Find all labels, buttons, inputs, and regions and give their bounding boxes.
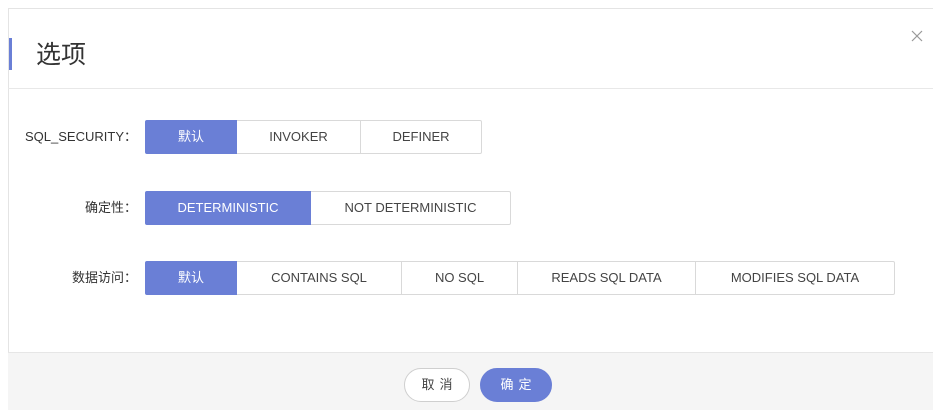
option-no-sql[interactable]: NO SQL xyxy=(401,261,518,295)
option-label-sql-security: SQL_SECURITY： xyxy=(25,129,137,144)
option-sql-security-default[interactable]: 默认 xyxy=(145,120,237,154)
cancel-button[interactable]: 取消 xyxy=(404,368,470,402)
title-accent-bar xyxy=(9,38,12,70)
option-label-deterministic: 确定性： xyxy=(84,200,137,215)
data-access-segmented-control: 默认 CONTAINS SQL NO SQL READS SQL DATA MO… xyxy=(145,261,895,295)
options-dialog: 选项 SQL_SECURITY： 默认 INVOKER DEFINER 确定性：… xyxy=(8,8,933,410)
option-data-access-default[interactable]: 默认 xyxy=(145,261,237,295)
deterministic-segmented-control: DETERMINISTIC NOT DETERMINISTIC xyxy=(145,191,511,225)
option-modifies-sql-data[interactable]: MODIFIES SQL DATA xyxy=(695,261,895,295)
close-icon[interactable] xyxy=(910,29,924,43)
dialog-title: 选项 xyxy=(36,41,87,69)
option-reads-sql-data[interactable]: READS SQL DATA xyxy=(517,261,696,295)
sql-security-segmented-control: 默认 INVOKER DEFINER xyxy=(145,120,482,154)
option-sql-security-invoker[interactable]: INVOKER xyxy=(236,120,361,154)
confirm-button[interactable]: 确定 xyxy=(480,368,552,402)
option-not-deterministic[interactable]: NOT DETERMINISTIC xyxy=(310,191,511,225)
option-row-sql-security: SQL_SECURITY： 默认 INVOKER DEFINER xyxy=(8,120,933,154)
option-row-deterministic: 确定性： DETERMINISTIC NOT DETERMINISTIC xyxy=(8,191,933,225)
option-contains-sql[interactable]: CONTAINS SQL xyxy=(236,261,402,295)
dialog-footer: 取消 确定 xyxy=(8,352,933,410)
option-deterministic[interactable]: DETERMINISTIC xyxy=(145,191,311,225)
option-label-data-access: 数据访问： xyxy=(71,270,137,285)
option-row-data-access: 数据访问： 默认 CONTAINS SQL NO SQL READS SQL D… xyxy=(8,261,933,295)
option-sql-security-definer[interactable]: DEFINER xyxy=(360,120,482,154)
header-divider xyxy=(8,88,933,89)
dialog-border-top xyxy=(8,8,933,9)
